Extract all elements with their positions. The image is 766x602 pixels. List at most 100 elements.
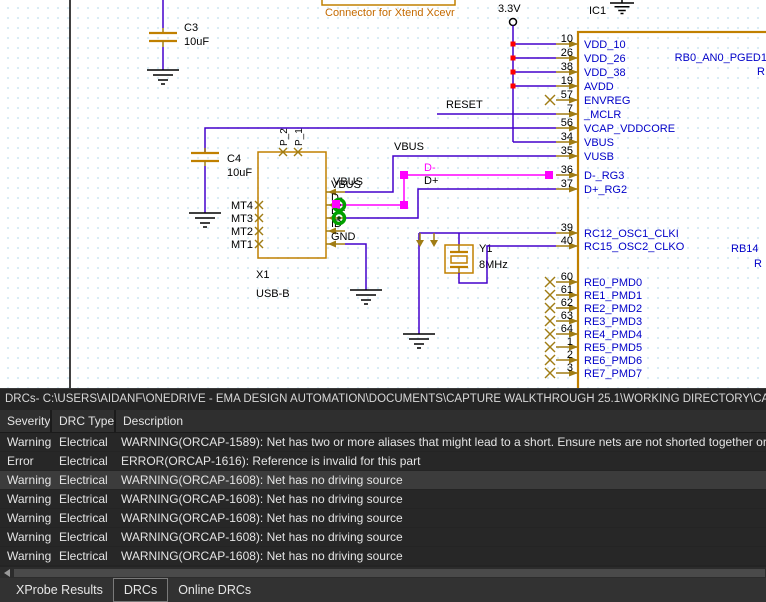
component-ref-c4[interactable]: C4 <box>227 153 241 165</box>
drc-row[interactable]: Warning Electrical WARNING(ORCAP-1589): Ne… <box>0 433 766 452</box>
schematic-editor[interactable]: C3 10uF Connector for Xtend Xcevr 3.3V RESET… <box>0 0 766 388</box>
net-marker <box>400 171 408 179</box>
ic-pin-number: 35 <box>561 145 573 157</box>
component-body-x1[interactable] <box>257 151 327 259</box>
drc-cell-severity: Warning <box>7 511 52 525</box>
net-marker <box>510 69 516 75</box>
application-window: C3 10uF Connector for Xtend Xcevr 3.3V RESET… <box>0 0 766 602</box>
power-symbol-3v3[interactable]: 3.3V <box>498 3 521 15</box>
ic-pin-number: 60 <box>561 271 573 283</box>
schematic-canvas[interactable]: C3 10uF Connector for Xtend Xcevr 3.3V RESET… <box>0 0 766 388</box>
ic-pin-number: 56 <box>561 117 573 129</box>
drc-cell-type: Electrical <box>59 549 108 563</box>
ic-pin-name: RE4_PMD4 <box>584 329 642 341</box>
component-ref-x1[interactable]: X1 <box>256 269 269 281</box>
drc-cell-description: WARNING(ORCAP-1608): Net has no driving … <box>121 530 403 544</box>
ic-pin-name: RC12_OSC1_CLKI <box>584 228 679 240</box>
wire <box>345 188 556 219</box>
ic-pin-number: 63 <box>561 310 573 322</box>
drc-cell-description: WARNING(ORCAP-1608): Net has no driving … <box>121 473 403 487</box>
column-header-drc-type[interactable]: DRC Type <box>52 410 114 432</box>
drc-cell-description: WARNING(ORCAP-1608): Net has no driving … <box>121 549 403 563</box>
net-label-d-minus[interactable]: D- <box>424 162 436 174</box>
connector-pin-label: GND <box>331 231 356 243</box>
ic-pin-number: 37 <box>561 178 573 190</box>
component-value-y1[interactable]: 8MHz <box>479 259 508 271</box>
component-ref-ic1[interactable]: IC1 <box>589 5 606 17</box>
drc-cell-severity: Warning <box>7 435 52 449</box>
net-marker <box>510 41 516 47</box>
component-value-c3[interactable]: 10uF <box>184 36 209 48</box>
column-header-description[interactable]: Description <box>116 410 766 432</box>
connector-box[interactable] <box>321 0 456 6</box>
net-marker <box>400 201 408 209</box>
ic-pin-number: 64 <box>561 323 573 335</box>
connector-pin-label: MT3 <box>231 213 253 225</box>
drc-cell-severity: Warning <box>7 492 52 506</box>
ic-pin-number: 36 <box>561 164 573 176</box>
ic-pin-name: RE6_PMD6 <box>584 355 642 367</box>
connector-pin-label: P_2 <box>279 128 290 146</box>
scroll-left-button[interactable] <box>0 567 14 579</box>
drc-cell-description: ERROR(ORCAP-1616): Reference is invalid … <box>121 454 421 468</box>
drc-table-header: Severity DRC Type Description <box>0 410 766 433</box>
wire <box>345 243 367 290</box>
net-label-vbus[interactable]: VBUS <box>394 141 424 153</box>
drc-cell-description: WARNING(ORCAP-1608): Net has no driving … <box>121 492 403 506</box>
net-label-vbus[interactable]: VBUS <box>333 176 363 188</box>
ic-pin-number: 2 <box>567 349 573 361</box>
net-label-reset[interactable]: RESET <box>446 99 483 111</box>
drc-row[interactable]: Warning Electrical WARNING(ORCAP-1608): Ne… <box>0 490 766 509</box>
ic-pin-name: RE1_PMD1 <box>584 290 642 302</box>
drc-row[interactable]: Error Electrical ERROR(ORCAP-1616): Refere… <box>0 452 766 471</box>
ic-pin-name: RE5_PMD5 <box>584 342 642 354</box>
xprobe-marker-dot <box>337 216 341 220</box>
ic-pin-number: 10 <box>561 33 573 45</box>
component-ref-c3[interactable]: C3 <box>184 22 198 34</box>
tab-xprobe-results[interactable]: XProbe Results <box>6 578 113 602</box>
ic-pin-name: VDD_26 <box>584 53 626 65</box>
ic-pin-name: VDD_38 <box>584 67 626 79</box>
ic-pin-name: VCAP_VDDCORE <box>584 123 675 135</box>
ic-pin-name: VDD_10 <box>584 39 626 51</box>
horizontal-scrollbar[interactable] <box>0 566 766 578</box>
component-value-x1[interactable]: USB-B <box>256 288 290 300</box>
ic-pin-name: VUSB <box>584 151 614 163</box>
tab-online-drcs[interactable]: Online DRCs <box>168 578 261 602</box>
drc-row[interactable]: Warning Electrical WARNING(ORCAP-1608): Ne… <box>0 471 766 490</box>
ic-pin-number: 40 <box>561 235 573 247</box>
ic-pin-name: RE0_PMD0 <box>584 277 642 289</box>
drc-row[interactable]: Warning Electrical WARNING(ORCAP-1608): Ne… <box>0 547 766 566</box>
ic-pin-name: VBUS <box>584 137 614 149</box>
ic-pin-name: R <box>757 66 765 78</box>
drc-panel-title: DRCs- C:\USERS\AIDANF\ONEDRIVE - EMA DES… <box>5 393 766 405</box>
sheet-note[interactable]: Connector for Xtend Xcevr <box>325 7 455 19</box>
drc-cell-description: WARNING(ORCAP-1589): Net has two or more… <box>121 435 766 449</box>
drc-cell-severity: Warning <box>7 549 52 563</box>
tab-drcs[interactable]: DRCs <box>112 578 169 602</box>
ic-pin-name: D+_RG2 <box>584 184 627 196</box>
ic-pin-number: 61 <box>561 284 573 296</box>
ic-pin-name: RB14 <box>731 243 759 255</box>
ic-pin-number: 19 <box>561 75 573 87</box>
drc-panel: DRCs- C:\USERS\AIDANF\ONEDRIVE - EMA DES… <box>0 388 766 602</box>
ic-pin-number: 62 <box>561 297 573 309</box>
ic-pin-number: 3 <box>567 362 573 374</box>
drc-panel-titlebar[interactable]: DRCs- C:\USERS\AIDANF\ONEDRIVE - EMA DES… <box>0 389 766 410</box>
connector-pin-label: MT1 <box>231 239 253 251</box>
ic-pin-name: _MCLR <box>583 109 621 121</box>
ic-pin-number: 26 <box>561 47 573 59</box>
drc-row[interactable]: Warning Electrical WARNING(ORCAP-1608): Ne… <box>0 528 766 547</box>
ic-pin-name: RC15_OSC2_CLKO <box>584 241 685 253</box>
wire <box>340 174 552 206</box>
connector-pin-label: MT2 <box>231 226 253 238</box>
drc-cell-type: Electrical <box>59 435 108 449</box>
component-ref-y1[interactable]: Y1 <box>479 243 492 255</box>
component-value-c4[interactable]: 10uF <box>227 167 252 179</box>
wire <box>204 127 556 152</box>
scrollbar-thumb[interactable] <box>14 568 765 577</box>
ic-pin-number: 38 <box>561 61 573 73</box>
net-label-d-plus[interactable]: D+ <box>424 175 438 187</box>
drc-row[interactable]: Warning Electrical WARNING(ORCAP-1608): Ne… <box>0 509 766 528</box>
column-header-severity[interactable]: Severity <box>0 410 50 432</box>
